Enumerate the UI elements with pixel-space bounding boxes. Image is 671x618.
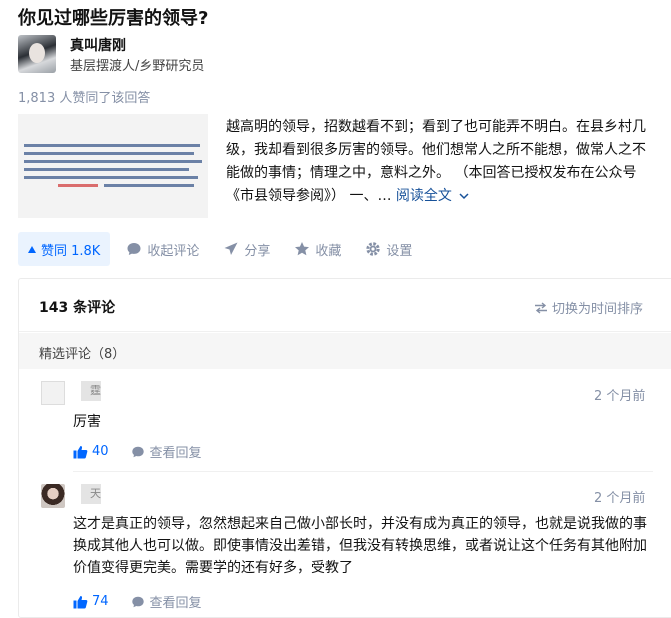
comment-icon (127, 243, 141, 255)
settings-label: 设置 (386, 243, 413, 259)
favorite-label: 收藏 (315, 243, 342, 259)
featured-comments-bar: 精选评论（8） (19, 333, 671, 369)
share-icon (224, 242, 238, 255)
star-icon (295, 242, 310, 256)
view-replies-button[interactable]: 查看回复 (131, 592, 202, 611)
upvote-button[interactable]: 赞同 1.8K (18, 232, 111, 266)
comment-time: 2 个月前 (594, 389, 646, 404)
sort-switch-button[interactable]: 切换为时间排序 (534, 298, 643, 317)
view-replies-button[interactable]: 查看回复 (131, 442, 202, 461)
upvote-label: 赞同 1.8K (41, 243, 101, 259)
collapse-comments-button[interactable]: 收起评论 (126, 240, 199, 259)
comment-like-button[interactable]: 74 (73, 594, 109, 609)
switch-icon (535, 301, 547, 314)
commenter-avatar[interactable] (41, 381, 65, 405)
featured-comments-label: 精选评论（8） (39, 347, 126, 362)
author-name[interactable]: 真叫唐刚 (70, 35, 126, 55)
favorite-button[interactable]: 收藏 (294, 240, 341, 259)
comment-footer: 40 查看回复 (73, 442, 202, 461)
read-more-link[interactable]: 阅读全文 (396, 188, 469, 204)
comment-text: 这才是真正的领导，忽然想起来自己做小部长时，并没有成为真正的领导，也就是说我做的… (73, 516, 647, 576)
comment-footer: 74 查看回复 (73, 592, 202, 611)
comment-like-count: 40 (92, 444, 109, 459)
comment-text: 厉害 (73, 414, 101, 430)
answer-excerpt[interactable]: 越高明的领导，招数越看不到；看到了也可能弄不明白。在县乡村几级，我却看到很多厉害… (226, 116, 646, 208)
gear-icon (366, 242, 381, 256)
share-label: 分享 (244, 243, 271, 259)
commenter-avatar[interactable] (41, 484, 65, 508)
view-replies-label: 查看回复 (149, 446, 202, 461)
commenter-name[interactable]: 霆 (81, 381, 101, 401)
upvote-icon (28, 245, 36, 253)
answer-actions: 赞同 1.8K 收起评论 分享 收藏 设置 (18, 232, 436, 266)
commenter-name[interactable]: 天 (81, 484, 101, 504)
answer-thumbnail[interactable] (18, 114, 208, 218)
sort-switch-label: 切换为时间排序 (552, 302, 644, 317)
comments-count: 143 条评论 (39, 300, 116, 316)
chevron-down-icon (459, 193, 469, 200)
thumbs-up-icon (73, 595, 88, 608)
comment-icon (131, 446, 144, 457)
comment-like-button[interactable]: 40 (73, 444, 109, 459)
comment-time: 2 个月前 (594, 491, 646, 506)
comment-like-count: 74 (92, 594, 109, 609)
comment-icon (131, 596, 144, 607)
comments-header: 143 条评论 切换为时间排序 (19, 279, 671, 332)
comment-divider (73, 471, 653, 472)
view-replies-label: 查看回复 (149, 596, 202, 611)
author-avatar[interactable] (18, 35, 56, 73)
thumbs-up-icon (73, 445, 88, 458)
share-button[interactable]: 分享 (223, 240, 270, 259)
question-title[interactable]: 你见过哪些厉害的领导? (18, 4, 208, 30)
collapse-comments-label: 收起评论 (147, 243, 200, 259)
author-bio: 基层摆渡人/乡野研究员 (70, 59, 205, 74)
comments-panel: 143 条评论 切换为时间排序 精选评论（8） 霆 2 个月前 厉害 40 查看… (18, 278, 671, 618)
vote-summary: 1,813 人赞同了该回答 (18, 91, 151, 106)
settings-button[interactable]: 设置 (365, 240, 412, 259)
